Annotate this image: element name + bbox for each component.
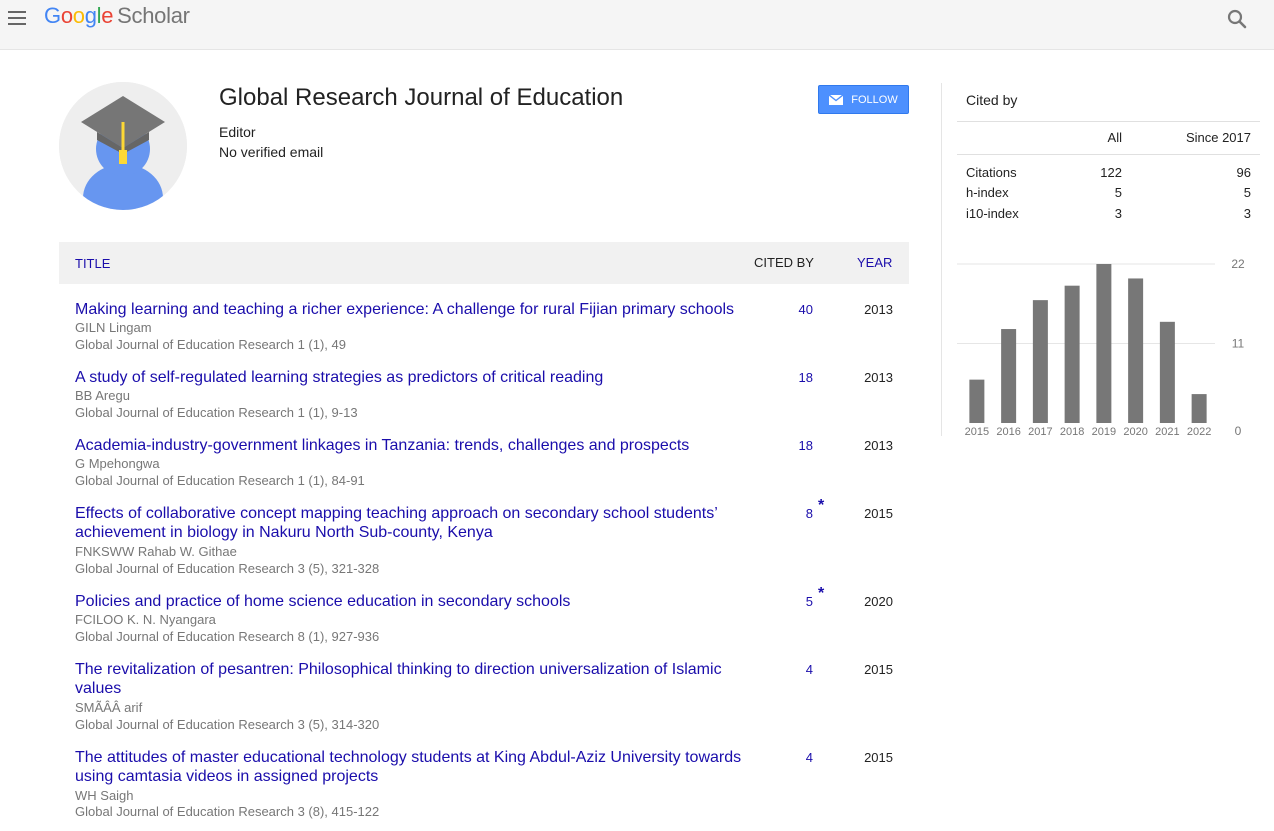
chart-y-tick-label: 0 [1235,424,1242,438]
chart-bar [1032,300,1048,423]
article-publication: Global Journal of Education Research 1 (… [75,405,358,420]
profile-name: Global Research Journal of Education [219,84,624,111]
article-authors: SMÃÂÂ arif [75,700,143,715]
logo-product-name: Scholar [117,3,190,28]
chart-x-tick-label: 2019 [1092,426,1116,438]
cited-by-title: Cited by [966,92,1018,108]
chart-bar [969,379,985,423]
cited-by-count-link[interactable]: 8 [739,506,813,521]
chart-bar [1191,394,1207,423]
logo-letter: o [72,3,85,28]
article-title-link[interactable]: A study of self-regulated learning strat… [75,368,755,387]
chart-x-tick-label: 2022 [1187,426,1211,438]
article-publication: Global Journal of Education Research 3 (… [75,561,380,576]
sort-by-title-header[interactable]: TITLE [75,256,110,271]
cited-by-count-link[interactable]: 4 [739,750,813,765]
chart-x-tick-label: 2020 [1123,426,1147,438]
chart-bar [1064,285,1080,423]
chart-y-tick-label: 11 [1232,337,1245,351]
chart-x-tick-label: 2015 [965,426,989,438]
article-title-link[interactable]: Effects of collaborative concept mapping… [75,504,755,542]
search-icon[interactable] [1226,8,1248,30]
merged-citations-star[interactable]: * [818,585,824,603]
article-authors: G Mpehongwa [75,456,160,471]
article-year: 2013 [864,438,893,453]
metric-citations-since: 96 [1236,165,1251,180]
metric-h-index-since: 5 [1243,185,1251,200]
cited-by-count-link[interactable]: 18 [739,370,813,385]
article-title-link[interactable]: Policies and practice of home science ed… [75,592,755,611]
sort-by-year-header[interactable]: YEAR [857,255,892,270]
metric-label-h-index[interactable]: h-index [966,185,1009,200]
chart-bar [1128,278,1144,423]
article-authors: FCILOO K. N. Nyangara [75,612,216,627]
metric-h-index-all: 5 [1114,185,1122,200]
chart-bar [1096,264,1112,423]
cited-by-count-link[interactable]: 18 [739,438,813,453]
logo-letter: o [60,3,73,28]
article-authors: WH Saigh [75,788,134,803]
metric-label-i10-index[interactable]: i10-index [966,206,1019,221]
metric-i10-index-since: 3 [1243,206,1251,221]
citations-bar-chart: 0 11 22 2015 2016 2017 2018 2019 2020 2021 2022 [957,257,1245,438]
follow-button-label: FOLLOW [851,93,898,106]
chart-y-tick-label: 22 [1231,257,1245,271]
article-year: 2015 [864,506,893,521]
logo-letter: e [101,3,114,28]
chart-bar [1159,321,1175,423]
article-publication: Global Journal of Education Research 1 (… [75,337,346,352]
logo-letter: g [84,3,97,28]
article-year: 2015 [864,662,893,677]
sidebar-divider [941,83,942,436]
profile-affiliation: Editor [219,124,256,140]
follow-button[interactable]: FOLLOW [818,85,909,114]
cited-by-count-link[interactable]: 5 [739,594,813,609]
cited-by-header: CITED BY [754,255,814,270]
cited-by-divider [957,121,1260,122]
article-title-link[interactable]: The attitudes of master educational tech… [75,748,755,786]
article-publication: Global Journal of Education Research 3 (… [75,717,380,732]
envelope-icon [829,94,844,105]
column-header-since: Since 2017 [1185,130,1251,145]
top-bar: Google Scholar [0,0,1274,50]
article-year: 2015 [864,750,893,765]
chart-bar [1001,329,1017,423]
chart-x-tick-label: 2016 [996,426,1020,438]
column-header-all: All [1107,130,1122,145]
article-authors: BB Aregu [75,388,130,403]
article-publication: Global Journal of Education Research 1 (… [75,473,365,488]
logo-letter: G [44,3,61,28]
cited-by-divider [957,154,1260,155]
cited-by-count-link[interactable]: 4 [739,662,813,677]
metric-i10-index-all: 3 [1114,206,1122,221]
chart-x-tick-label: 2018 [1060,426,1084,438]
profile-email: No verified email [219,144,324,160]
articles-table-header: TITLE CITED BY YEAR [59,242,909,284]
hamburger-menu-icon[interactable] [6,7,28,29]
article-authors: FNKSWW Rahab W. Githae [75,544,237,559]
google-scholar-logo[interactable]: Google Scholar [44,3,190,29]
graduation-cap-avatar-icon [59,82,187,210]
article-title-link[interactable]: Academia-industry-government linkages in… [75,436,755,455]
metric-citations-all: 122 [1100,165,1122,180]
article-year: 2020 [864,594,893,609]
metric-label-citations[interactable]: Citations [966,165,1017,180]
cited-by-count-link[interactable]: 40 [739,302,813,317]
article-publication: Global Journal of Education Research 8 (… [75,629,380,644]
article-title-link[interactable]: Making learning and teaching a richer ex… [75,300,755,319]
article-year: 2013 [864,370,893,385]
article-year: 2013 [864,302,893,317]
chart-x-tick-label: 2017 [1028,426,1052,438]
article-publication: Global Journal of Education Research 3 (… [75,804,380,819]
article-title-link[interactable]: The revitalization of pesantren: Philoso… [75,660,755,698]
merged-citations-star[interactable]: * [818,497,824,515]
article-authors: GILN Lingam [75,320,152,335]
chart-x-tick-label: 2021 [1155,426,1179,438]
